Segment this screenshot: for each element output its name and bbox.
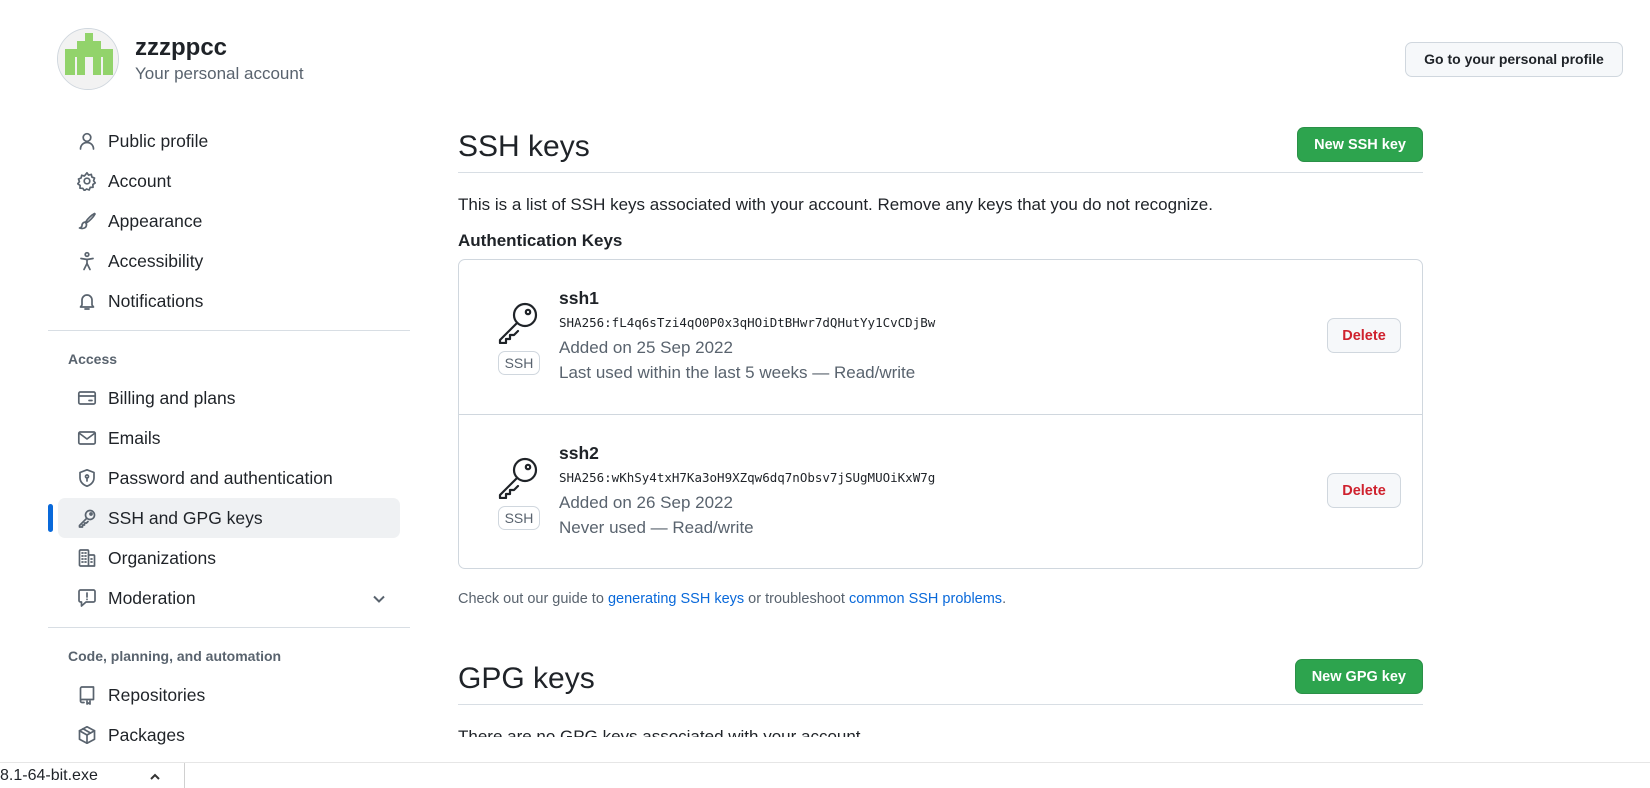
ssh-key-fingerprint: SHA256:wKhSy4txH7Ka3oH9XZqw6dq7nObsv7jSU…: [559, 470, 936, 485]
ssh-keys-title: SSH keys: [458, 129, 590, 163]
ssh-guide-text: Check out our guide to generating SSH ke…: [458, 591, 1423, 607]
sidebar-item-label: Packages: [108, 724, 185, 745]
ssh-key-added-date: Added on 25 Sep 2022: [559, 338, 733, 357]
sidebar-item-label: Account: [108, 170, 172, 191]
new-gpg-key-button[interactable]: New GPG key: [1294, 659, 1423, 694]
ssh-key-name: ssh2: [559, 443, 599, 463]
download-filename: 8.1-64-bit.exe: [0, 767, 98, 784]
bell-icon: [76, 290, 98, 312]
sidebar-item-label: Public profile: [108, 130, 209, 151]
main-content: SSH keys New SSH key This is a list of S…: [458, 121, 1423, 737]
gpg-intro-text: There are no GPG keys associated with yo…: [458, 727, 866, 737]
go-to-profile-button[interactable]: Go to your personal profile: [1405, 42, 1623, 77]
guide-prefix: Check out our guide to: [458, 591, 608, 607]
sidebar-item-packages[interactable]: Packages: [58, 715, 400, 755]
guide-middle: or troubleshoot: [744, 591, 849, 607]
sidebar-item-ssh-gpg-keys[interactable]: SSH and GPG keys: [48, 498, 400, 538]
download-item[interactable]: 8.1-64-bit.exe: [0, 763, 185, 788]
sidebar-item-label: Appearance: [108, 210, 203, 231]
sidebar-item-moderation[interactable]: Moderation: [58, 578, 400, 618]
sidebar-item-label: Accessibility: [108, 250, 204, 271]
ssh-badge: SSH: [497, 506, 541, 530]
ssh-key-row: SSH ssh2 SHA256:wKhSy4txH7Ka3oH9XZqw6dq7…: [459, 414, 1422, 568]
new-ssh-key-button[interactable]: New SSH key: [1297, 127, 1423, 162]
gpg-section-header: GPG keys New GPG key: [458, 653, 1423, 705]
ssh-badge: SSH: [497, 351, 541, 375]
delete-ssh-key-button[interactable]: Delete: [1327, 318, 1401, 353]
paintbrush-icon: [76, 210, 98, 232]
ssh-key-fingerprint: SHA256:fL4q6sTzi4qO0P0x3qHOiDtBHwr7dQHut…: [559, 315, 936, 330]
shield-lock-icon: [76, 467, 98, 489]
ssh-key-name: ssh1: [559, 288, 599, 308]
sidebar-heading-access: Access: [68, 351, 118, 367]
sidebar-item-account[interactable]: Account: [58, 161, 400, 201]
chevron-down-icon[interactable]: [370, 590, 388, 613]
settings-sidebar: Public profile Account Appearance Access…: [48, 121, 410, 755]
account-header: zzzppcc Your personal account: [57, 28, 304, 90]
account-name: zzzppcc: [135, 34, 228, 61]
key-icon: [76, 507, 98, 529]
delete-ssh-key-button[interactable]: Delete: [1327, 473, 1401, 508]
person-icon: [76, 130, 98, 152]
sidebar-item-label: Organizations: [108, 547, 216, 568]
ssh-section-header: SSH keys New SSH key: [458, 121, 1423, 173]
sidebar-item-appearance[interactable]: Appearance: [58, 201, 400, 241]
sidebar-item-label: Emails: [108, 427, 161, 448]
authentication-keys-heading: Authentication Keys: [458, 231, 623, 250]
ssh-key-usage: Last used within the last 5 weeks — Read…: [559, 363, 916, 382]
generating-ssh-keys-link[interactable]: generating SSH keys: [608, 591, 744, 607]
gpg-keys-title: GPG keys: [458, 661, 595, 695]
key-icon: [498, 302, 538, 345]
mail-icon: [76, 427, 98, 449]
sidebar-item-public-profile[interactable]: Public profile: [58, 121, 400, 161]
sidebar-item-label: Password and authentication: [108, 467, 333, 488]
download-bar: 8.1-64-bit.exe: [0, 762, 1650, 788]
sidebar-item-emails[interactable]: Emails: [58, 418, 400, 458]
sidebar-item-organizations[interactable]: Organizations: [58, 538, 400, 578]
sidebar-item-label: Notifications: [108, 290, 204, 311]
sidebar-item-billing[interactable]: Billing and plans: [58, 378, 400, 418]
avatar[interactable]: [57, 28, 119, 90]
report-icon: [76, 587, 98, 609]
chevron-up-icon[interactable]: [148, 767, 162, 788]
sidebar-heading-code: Code, planning, and automation: [68, 648, 282, 664]
repo-icon: [76, 684, 98, 706]
ssh-key-row: SSH ssh1 SHA256:fL4q6sTzi4qO0P0x3qHOiDtB…: [459, 260, 1422, 414]
gear-icon: [76, 170, 98, 192]
key-icon: [498, 457, 538, 500]
sidebar-divider: [48, 330, 410, 331]
sidebar-item-accessibility[interactable]: Accessibility: [58, 241, 400, 281]
identicon-image: [58, 29, 118, 89]
sidebar-item-label: Repositories: [108, 684, 206, 705]
common-ssh-problems-link[interactable]: common SSH problems: [849, 591, 1002, 607]
ssh-key-list: SSH ssh1 SHA256:fL4q6sTzi4qO0P0x3qHOiDtB…: [458, 259, 1423, 569]
sidebar-divider: [48, 627, 410, 628]
sidebar-item-label: Moderation: [108, 587, 196, 608]
organization-icon: [76, 547, 98, 569]
sidebar-item-repositories[interactable]: Repositories: [58, 675, 400, 715]
credit-card-icon: [76, 387, 98, 409]
sidebar-item-password-authentication[interactable]: Password and authentication: [58, 458, 400, 498]
sidebar-item-label: SSH and GPG keys: [108, 507, 263, 528]
ssh-key-added-date: Added on 26 Sep 2022: [559, 493, 733, 512]
ssh-key-usage: Never used — Read/write: [559, 518, 754, 537]
package-icon: [76, 724, 98, 746]
key-visual: SSH: [497, 455, 541, 530]
key-visual: SSH: [497, 300, 541, 375]
accessibility-icon: [76, 250, 98, 272]
ssh-intro-text: This is a list of SSH keys associated wi…: [458, 195, 1213, 214]
sidebar-item-label: Billing and plans: [108, 387, 236, 408]
account-subtitle: Your personal account: [135, 64, 304, 83]
guide-suffix: .: [1002, 591, 1007, 607]
sidebar-item-notifications[interactable]: Notifications: [58, 281, 400, 321]
